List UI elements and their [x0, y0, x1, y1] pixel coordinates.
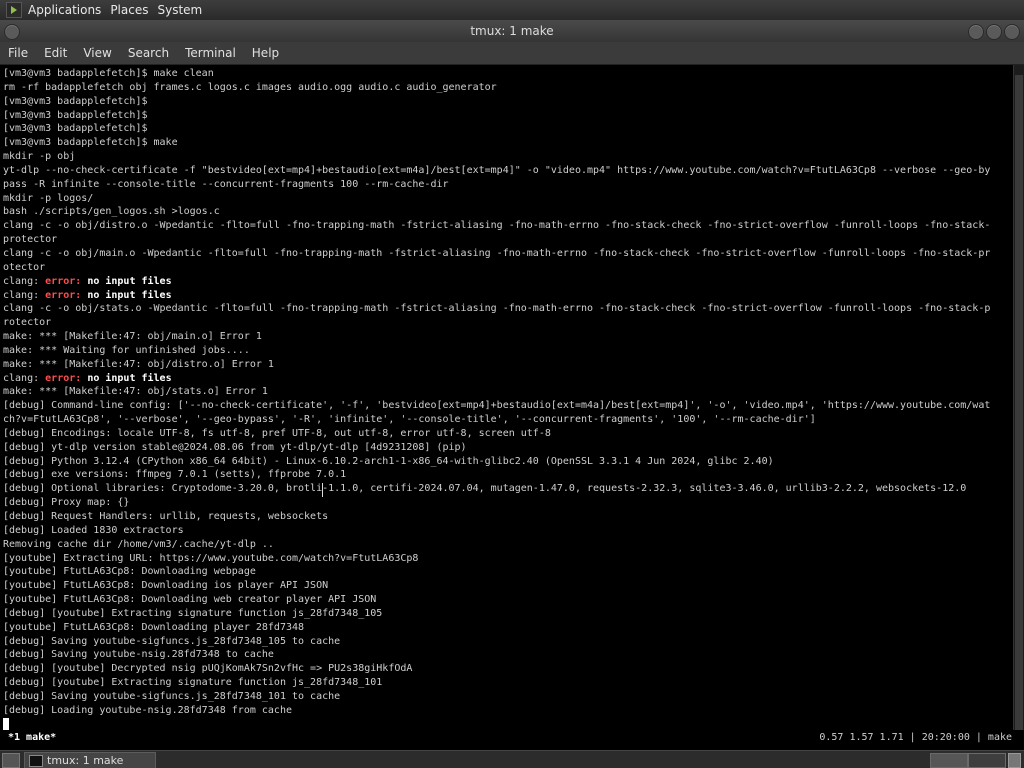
terminal-prompt-line[interactable] [3, 717, 1014, 730]
gnome-foot-icon[interactable] [6, 2, 22, 18]
terminal-line: [debug] exe versions: ffmpeg 7.0.1 (sett… [3, 469, 347, 481]
minimize-icon[interactable] [968, 24, 984, 40]
menu-places[interactable]: Places [108, 3, 155, 17]
terminal-line: make: *** [Makefile:47: obj/distro.o] Er… [3, 358, 274, 370]
workspace-2[interactable] [968, 753, 1006, 768]
terminal-line: [debug] [youtube] Extracting signature f… [3, 607, 383, 619]
terminal-line: [youtube] FtutLA63Cp8: Downloading web c… [3, 594, 377, 606]
terminal-line: [youtube] Extracting URL: https://www.yo… [3, 552, 419, 564]
terminal-line: [youtube] FtutLA63Cp8: Downloading ios p… [3, 580, 329, 592]
terminal-line: [vm3@vm3 badapplefetch]$ [3, 109, 148, 121]
trash-icon[interactable] [1008, 753, 1021, 768]
menu-search[interactable]: Search [120, 46, 177, 60]
terminal-lines: [vm3@vm3 badapplefetch]$ make clean rm -r… [0, 65, 1014, 730]
terminal-line: bash ./scripts/gen_logos.sh >logos.c [3, 206, 220, 218]
terminal-line: [debug] Saving youtube-sigfuncs.js_28fd7… [3, 635, 341, 647]
terminal-line: otector [3, 261, 46, 273]
terminal-line: yt-dlp --no-check-certificate -f "bestvi… [3, 164, 991, 176]
terminal-output[interactable]: [vm3@vm3 badapplefetch]$ make clean rm -r… [0, 65, 1014, 730]
tmux-window-list[interactable]: *1 make* [8, 732, 56, 743]
terminal-line: clang: error: no input files [3, 289, 172, 301]
terminal-line: make: *** [Makefile:47: obj/stats.o] Err… [3, 386, 268, 398]
terminal-line: [debug] Loading youtube-nsig.28fd7348 fr… [3, 704, 292, 716]
text-cursor-ibeam-icon [322, 483, 323, 497]
terminal-cursor [3, 717, 9, 730]
terminal-line: [vm3@vm3 badapplefetch]$ [3, 95, 148, 107]
terminal-line: make: *** [Makefile:47: obj/main.o] Erro… [3, 331, 262, 343]
terminal-line: [debug] Command-line config: ['--no-chec… [3, 400, 991, 412]
terminal-line: make: *** Waiting for unfinished jobs...… [3, 344, 250, 356]
terminal-line: [debug] Saving youtube-sigfuncs.js_28fd7… [3, 690, 341, 702]
terminal-line: [vm3@vm3 badapplefetch]$ make [3, 137, 178, 149]
menu-edit[interactable]: Edit [36, 46, 75, 60]
menu-applications[interactable]: Applications [26, 3, 108, 17]
terminal-line: mkdir -p obj [3, 151, 76, 163]
terminal-line: [debug] [youtube] Decrypted nsig pUQjKom… [3, 663, 413, 675]
terminal-line: [youtube] FtutLA63Cp8: Downloading webpa… [3, 566, 256, 578]
workspace-1[interactable] [930, 753, 968, 768]
terminal-scrollbar[interactable] [1013, 65, 1024, 730]
window-title: tmux: 1 make [470, 24, 554, 38]
terminal-line: [debug] Saving youtube-nsig.28fd7348 to … [3, 649, 274, 661]
terminal-line: [debug] Python 3.12.4 (CPython x86_64 64… [3, 455, 774, 467]
terminal-line: [debug] Encodings: locale UTF-8, fs utf-… [3, 427, 551, 439]
menu-file[interactable]: File [0, 46, 36, 60]
terminal-line: [youtube] FtutLA63Cp8: Downloading playe… [3, 621, 305, 633]
menu-view[interactable]: View [75, 46, 119, 60]
top-panel: Applications Places System [0, 0, 1024, 20]
terminal-line: [vm3@vm3 badapplefetch]$ make clean [3, 68, 214, 79]
terminal-line: clang -c -o obj/main.o -Wpedantic -flto=… [3, 247, 991, 259]
terminal-line: clang: error: no input files [3, 372, 172, 384]
menubar: File Edit View Search Terminal Help [0, 42, 1024, 65]
terminal-icon [29, 754, 43, 767]
terminal-line: clang: error: no input files [3, 275, 172, 287]
terminal-line: clang -c -o obj/stats.o -Wpedantic -flto… [3, 303, 991, 315]
terminal-line: [debug] Optional libraries: Cryptodome-3… [3, 483, 967, 495]
close-icon[interactable] [1004, 24, 1020, 40]
terminal-line: protector [3, 234, 58, 246]
terminal-line: [debug] Request Handlers: urllib, reques… [3, 511, 329, 522]
terminal-line: [debug] [youtube] Extracting signature f… [3, 677, 383, 689]
taskbar-task-label: tmux: 1 make [47, 754, 124, 767]
terminal-line: Removing cache dir /home/vm3/.cache/yt-d… [3, 538, 274, 550]
window-titlebar[interactable]: tmux: 1 make [0, 20, 1024, 42]
menu-terminal[interactable]: Terminal [177, 46, 244, 60]
menu-system[interactable]: System [155, 3, 209, 17]
terminal-line: rm -rf badapplefetch obj frames.c logos.… [3, 81, 497, 93]
terminal-line: clang -c -o obj/distro.o -Wpedantic -flt… [3, 220, 991, 232]
maximize-icon[interactable] [986, 24, 1002, 40]
tmux-status-bar: *1 make* 0.57 1.57 1.71 | 20:20:00 | mak… [0, 730, 1024, 748]
terminal-line: rotector [3, 317, 52, 329]
bottom-taskbar: tmux: 1 make [0, 750, 1024, 768]
terminal-line: [vm3@vm3 badapplefetch]$ [3, 123, 148, 135]
terminal-line: [debug] Loaded 1830 extractors [3, 524, 184, 536]
show-desktop-icon[interactable] [2, 753, 20, 768]
terminal-line: ch?v=FtutLA63Cp8', '--verbose', '--geo-b… [3, 414, 816, 426]
terminal-line: [debug] yt-dlp version stable@2024.08.06… [3, 441, 467, 453]
scrollbar-thumb[interactable] [1015, 75, 1023, 730]
taskbar-task-terminal[interactable]: tmux: 1 make [24, 752, 156, 768]
menu-help[interactable]: Help [244, 46, 287, 60]
tmux-status-right: 0.57 1.57 1.71 | 20:20:00 | make [819, 732, 1012, 743]
terminal-line: pass -R infinite --console-title --concu… [3, 178, 449, 190]
terminal-line: [debug] Proxy map: {} [3, 497, 130, 509]
terminal-line: mkdir -p logos/ [3, 192, 94, 204]
